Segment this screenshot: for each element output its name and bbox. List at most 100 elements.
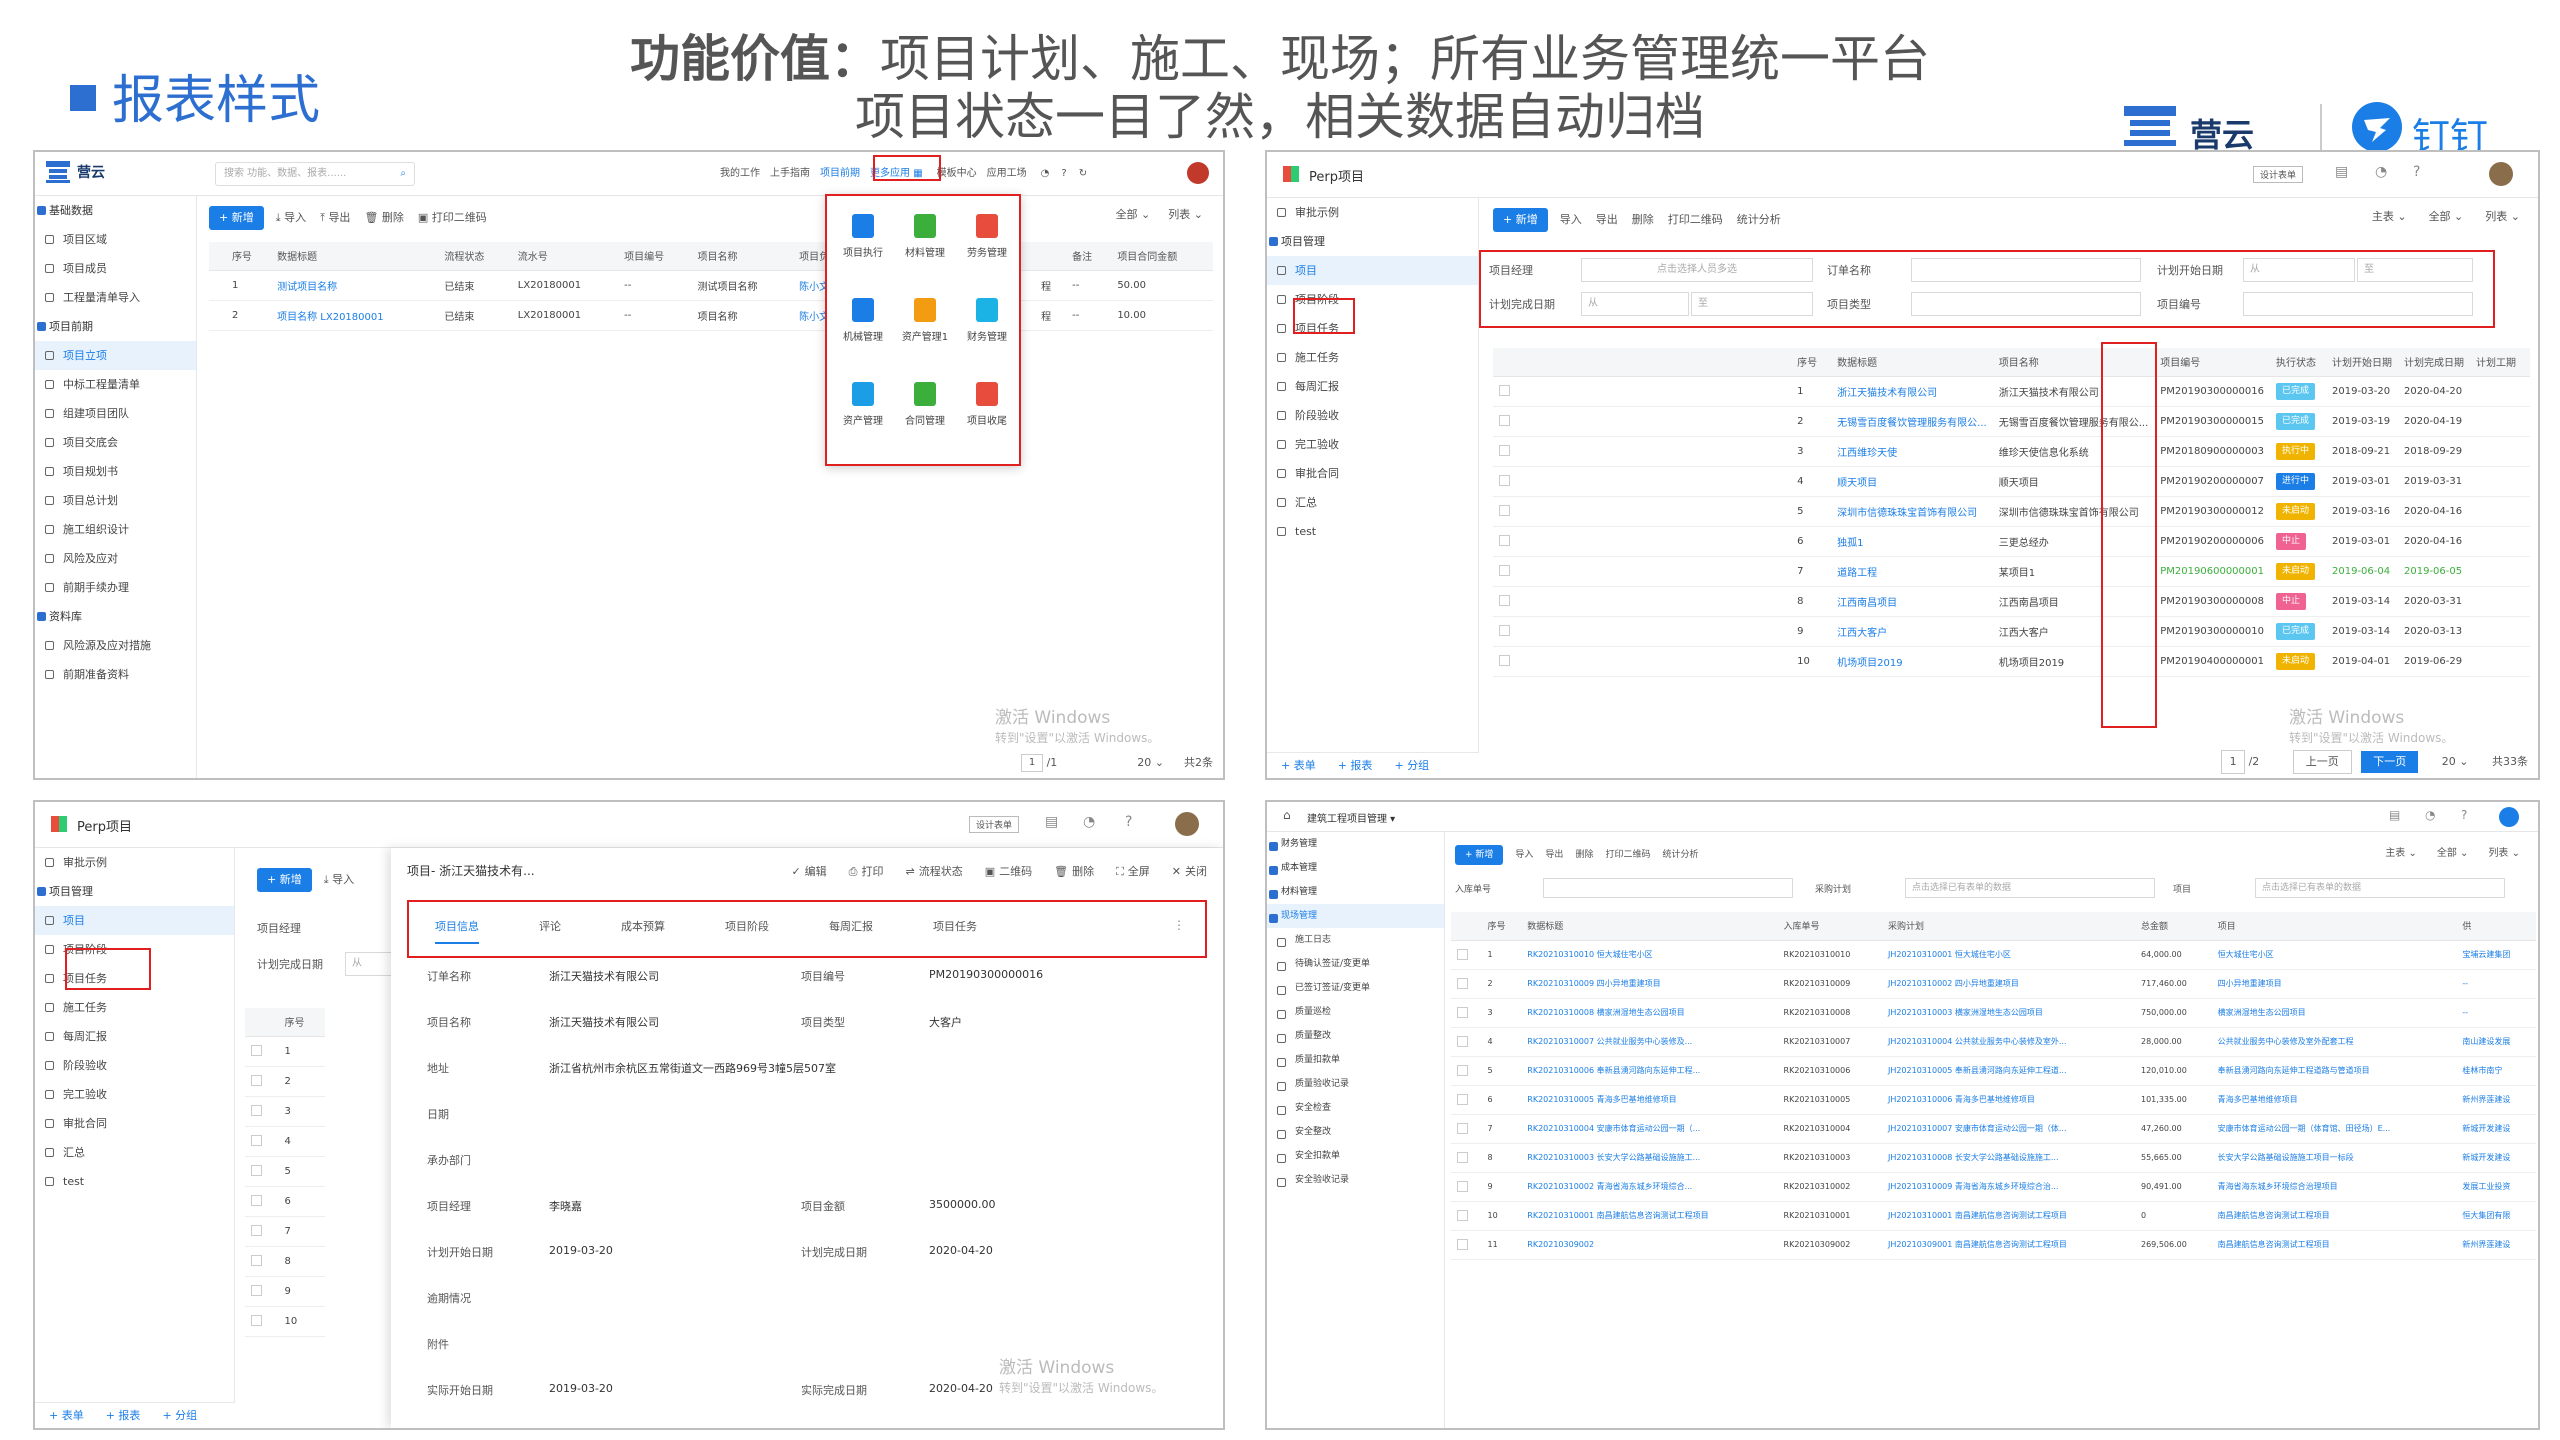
detail-tab[interactable]: 每周汇报 [829,912,873,942]
table-row[interactable]: 9 RK20210310002 青海省海东城乡环境综合... RK202103100… [1451,1172,2536,1202]
row-checkbox[interactable] [251,1285,262,1297]
sidebar-item[interactable]: 审批示例 [35,848,234,877]
row-checkbox[interactable] [251,1225,262,1237]
module-dropdown[interactable]: 建筑工程项目管理 ▾ [1307,810,1395,825]
sidebar-item[interactable]: 安全整改 [1267,1120,1444,1144]
detail-action-button[interactable]: ✓ 编辑 [791,865,826,878]
table-row[interactable]: 2 [245,1066,325,1097]
order-name-input[interactable] [1911,258,2141,282]
help-icon[interactable]: ? [1125,814,1132,830]
nav-guide[interactable]: 上手指南 [770,168,810,179]
sidebar-item[interactable]: 成本管理 [1267,856,1444,880]
row-checkbox[interactable] [1457,1035,1468,1047]
nav-app-workshop[interactable]: 应用工场 [987,168,1027,179]
table-row[interactable]: 3 [245,1096,325,1127]
row-checkbox[interactable] [1499,625,1510,637]
toolbar-button[interactable]: 删除 [1575,845,1593,865]
form-icon[interactable]: ▤ [1045,814,1058,830]
detail-tab[interactable]: 评论 [539,912,561,942]
form-icon[interactable]: ▤ [2389,808,2400,822]
sidebar-item[interactable]: 阶段验收 [1267,401,1478,430]
row-checkbox[interactable] [1457,1006,1468,1018]
table-row[interactable]: 5 RK20210310006 奉新县湧河路向东延伸工程... RK20210310… [1451,1056,2536,1086]
sidebar-item[interactable]: 安全验收记录 [1267,1168,1444,1192]
help-icon[interactable]: ? [1061,168,1066,179]
project-type-select[interactable] [1911,292,2141,316]
footer-add-button[interactable]: + 表单 [1281,759,1316,772]
sidebar-item[interactable]: 项目规划书 [35,457,196,486]
row-checkbox[interactable] [1499,595,1510,607]
sidebar-item[interactable]: 组建项目团队 [35,399,196,428]
toolbar-button[interactable]: + 新增 [1493,208,1548,232]
sidebar-item[interactable]: 已签订签证/变更单 [1267,976,1444,1000]
detail-tab[interactable]: 成本预算 [621,912,665,942]
row-checkbox[interactable] [1457,948,1468,960]
search-input[interactable]: 搜索 功能、数据、报表...... ⌕ [215,162,415,186]
help-icon[interactable]: ? [2461,808,2467,822]
receipt-code-input[interactable] [1543,878,1793,898]
nav-more-apps[interactable]: 更多应用 ▦ [870,168,923,179]
toolbar-button[interactable]: 导出 [1545,845,1563,865]
view-list-dropdown[interactable]: 列表 ⌄ [1168,208,1203,221]
row-checkbox[interactable] [251,1045,262,1057]
table-row[interactable]: 4 [245,1126,325,1157]
filter-all-dropdown[interactable]: 全部 ⌄ [1116,208,1151,221]
sidebar-item[interactable]: 待确认签证/变更单 [1267,952,1444,976]
view-list-dropdown[interactable]: 列表 ⌄ [2488,848,2520,859]
table-row[interactable]: 10 [245,1306,325,1337]
sidebar-item[interactable]: 项目 [1267,256,1478,285]
toolbar-button[interactable]: 打印二维码 [1605,845,1650,865]
page-input[interactable]: 1 [2221,750,2246,774]
sidebar-item[interactable]: 项目区域 [35,225,196,254]
refresh-icon[interactable]: ↻ [1079,168,1087,179]
import-button[interactable]: ⤓ 导入 [324,868,354,892]
filter-all-dropdown[interactable]: 全部 ⌄ [2429,210,2464,223]
detail-action-button[interactable]: ⇌ 流程状态 [905,865,962,878]
footer-add-button[interactable]: + 分组 [162,1409,197,1422]
footer-add-button[interactable]: + 分组 [1394,759,1429,772]
plan-start-from[interactable]: 从 [2243,258,2355,282]
sidebar-item[interactable]: 财务管理 [1267,832,1444,856]
table-row[interactable]: 1 [245,1036,325,1067]
help-icon[interactable]: ? [2413,164,2420,180]
table-row[interactable]: 7 RK20210310004 安康市体育运动公园一期（... RK20210310… [1451,1114,2536,1144]
row-checkbox[interactable] [251,1165,262,1177]
sidebar-item[interactable]: 项目前期 [35,312,196,341]
row-checkbox[interactable] [1499,505,1510,517]
sidebar-item[interactable]: 资料库 [35,602,196,631]
select-all-checkbox[interactable] [1493,348,1792,377]
row-checkbox[interactable] [1457,1064,1468,1076]
row-checkbox[interactable] [251,1135,262,1147]
toolbar-button[interactable]: + 新增 [1455,845,1504,865]
app-tile[interactable]: 材料管理 [895,214,955,259]
sidebar-item[interactable]: 每周汇报 [35,1022,234,1051]
sidebar-item[interactable]: 施工组织设计 [35,515,196,544]
sidebar-item[interactable]: 施工日志 [1267,928,1444,952]
table-row[interactable]: 2 RK20210310009 四小异地重建项目 RK20210310009 JH20… [1451,969,2536,999]
table-row[interactable]: 5 [245,1156,325,1187]
table-row[interactable]: 8 江西南昌项目 江西南昌项目 PM20190300000008 中止 2019-03-1… [1493,586,2530,617]
select-all-checkbox[interactable] [1451,912,1482,941]
plan-start-to[interactable]: 至 [2357,258,2473,282]
sidebar-item[interactable]: test [1267,517,1478,546]
manager-input[interactable]: 点击选择人员多选 [1581,258,1813,282]
bell-icon[interactable]: ◔ [1041,168,1050,179]
sidebar-item[interactable]: 审批示例 [1267,198,1478,227]
project-select[interactable]: 点击选择已有表单的数据 [2255,878,2505,898]
table-row[interactable]: 2 无锡雪百度餐饮管理服务有限公... 无锡雪百度餐饮管理服务有限公... PM201… [1493,406,2530,437]
detail-tab[interactable]: 项目信息 [435,912,479,944]
table-row[interactable]: 2项目名称 LX20180001已结束LX20180001--项目名称陈小文20… [209,300,1213,331]
sidebar-item[interactable]: 项目总计划 [35,486,196,515]
plan-end-from[interactable]: 从 [1581,292,1689,316]
export-button[interactable]: ⤒ 导出 [320,206,350,230]
more-icon[interactable]: ⋮ [1173,918,1185,932]
sidebar-item[interactable]: 施工任务 [35,993,234,1022]
delete-button[interactable]: 🗑 删除 [364,206,403,230]
bell-icon[interactable]: ◔ [2425,808,2435,822]
table-row[interactable]: 6 [245,1186,325,1217]
detail-action-button[interactable]: 🗑 删除 [1054,865,1094,878]
row-checkbox[interactable] [251,1075,262,1087]
sidebar-item[interactable]: 项目任务 [1267,314,1478,343]
detail-tab[interactable]: 项目任务 [933,912,977,942]
avatar[interactable] [1187,162,1209,184]
